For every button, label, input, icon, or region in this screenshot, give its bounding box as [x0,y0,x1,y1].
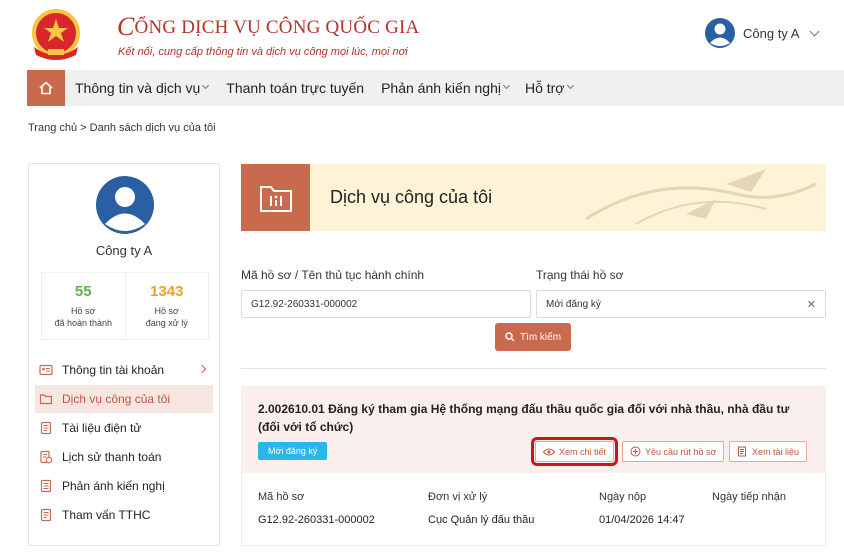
status-badge: Mới đăng ký [258,442,328,460]
withdraw-request-label: Yêu cầu rút hồ sơ [645,446,717,457]
record-code: G12.92-260331-000002 [258,514,375,526]
view-detail-label: Xem chi tiết [559,446,607,457]
portal-title-rest: ỔNG DỊCH VỤ CÔNG QUỐC GIA [134,17,420,38]
sidebar-item-payment-history[interactable]: Lịch sử thanh toán [35,443,213,471]
stat-value: 1343 [150,283,184,300]
record-status-label: Trạng thái hồ sơ [536,268,624,282]
nav-item-label: Hỗ trợ [524,80,565,96]
folder-info-icon [259,185,292,212]
chevron-down-icon [566,81,574,89]
chevron-down-icon [809,26,820,36]
record-status-select[interactable]: Mới đăng ký ✕ [536,290,826,318]
sidebar-item-label: Lịch sử thanh toán [62,450,162,464]
stat-value: 55 [74,283,92,300]
feedback-icon [40,479,52,493]
column-header-code: Mã hồ sơ [258,491,305,503]
sidebar-item-e-documents[interactable]: Tài liệu điện tử [35,414,213,442]
stat-label-line: đã hoàn thành [54,318,113,328]
page-banner: Dịch vụ công của tôi [241,164,826,231]
sidebar: Công ty A 55 Hồ sơ đã hoàn thành 1343 Hồ… [28,163,220,546]
column-header-receive-date: Ngày tiếp nhận [712,491,786,503]
portal-subtitle: Kết nối, cung cấp thông tin và dịch vụ c… [118,46,408,58]
nav-item-label: Thanh toán trực tuyến [226,80,365,96]
sidebar-item-label: Dịch vụ công của tôi [62,392,171,406]
sidebar-item-feedback[interactable]: Phản ánh kiến nghị [35,472,213,500]
column-header-unit: Đơn vị xử lý [428,491,488,503]
nav-item-label: Thông tin và dịch vụ [75,80,201,96]
sidebar-item-label: Tham vấn TTHC [62,508,151,522]
user-avatar-icon [705,18,735,48]
breadcrumb[interactable]: Trang chủ > Danh sách dịch vụ của tôi [28,122,216,134]
sidebar-item-label: Thông tin tài khoản [62,363,165,377]
search-button[interactable]: Tìm kiếm [495,323,571,351]
document-icon [40,421,52,435]
user-name: Công ty A [743,25,800,41]
procedure-title[interactable]: 2.002610.01 Đăng ký tham gia Hệ thống mạ… [258,400,808,436]
folder-icon [39,394,53,405]
home-button[interactable] [27,70,65,106]
user-menu[interactable]: Công ty A [705,18,820,48]
bird-pattern-decoration-icon [585,169,817,225]
stat-label: Hồ sơ đã hoàn thành [42,305,125,329]
sidebar-item-label: Tài liệu điện tử [62,421,142,435]
result-card: 2.002610.01 Đăng ký tham gia Hệ thống mạ… [241,386,826,546]
withdraw-request-button[interactable]: Yêu cầu rút hồ sơ [622,441,725,462]
chevron-down-icon [502,81,511,89]
clear-icon[interactable]: ✕ [807,298,816,311]
chevron-right-icon [197,364,207,374]
nav-item-online-payment[interactable]: Thanh toán trực tuyến [226,80,364,96]
sidebar-item-label: Phản ánh kiến nghị [62,479,165,493]
record-code-label: Mã hồ sơ / Tên thủ tục hành chính [241,268,425,282]
national-emblem-icon[interactable] [26,5,86,65]
nav-item-feedback[interactable]: Phản ánh kiến nghị [381,80,511,96]
nav-item-support[interactable]: Hỗ trợ [524,80,574,96]
banner-icon-box [241,164,310,231]
header: CỔNG DỊCH VỤ CÔNG QUỐC GIA Kết nối, cung… [0,0,844,70]
nav-item-info-services[interactable]: Thông tin và dịch vụ [75,80,210,96]
processing-unit: Cục Quản lý đấu thầu [428,514,535,526]
view-documents-label: Xem tài liệu [752,446,800,457]
result-card-header: 2.002610.01 Đăng ký tham gia Hệ thống mạ… [242,387,825,473]
home-icon [39,81,53,95]
column-header-submit-date: Ngày nộp [599,491,647,503]
sidebar-item-consult[interactable]: Tham vấn TTHC [35,501,213,529]
view-detail-button[interactable]: Xem chi tiết [530,437,619,466]
record-code-value: G12.92-260331-000002 [251,298,358,310]
stat-label-line: đang xử lý [145,318,188,328]
search-button-label: Tìm kiếm [519,331,562,343]
page-title: Dịch vụ công của tôi [330,187,493,207]
sidebar-menu: Thông tin tài khoản Dịch vụ công của tôi… [35,356,213,530]
chevron-down-icon [202,81,210,89]
profile-name: Công ty A [95,243,153,258]
stat-label-line: Hồ sơ [154,306,179,316]
record-code-input[interactable]: G12.92-260331-000002 [241,290,531,318]
stat-processing: 1343 Hồ sơ đang xử lý [124,273,209,339]
eye-icon [543,448,555,455]
profile-stats: 55 Hồ sơ đã hoàn thành 1343 Hồ sơ đang x… [41,272,209,340]
sidebar-item-account-info[interactable]: Thông tin tài khoản [35,356,213,384]
stat-completed: 55 Hồ sơ đã hoàn thành [42,273,125,339]
portal-title-initial: C [117,12,135,41]
record-status-value: Mới đăng ký [546,298,601,310]
sidebar-item-my-services[interactable]: Dịch vụ công của tôi [35,385,213,413]
documents-icon [738,446,746,457]
portal-title[interactable]: CỔNG DỊCH VỤ CÔNG QUỐC GIA [117,10,420,41]
stat-label: Hồ sơ đang xử lý [126,305,209,329]
payment-history-icon [40,450,53,464]
submit-date: 01/04/2026 14:47 [599,514,685,526]
consult-icon [40,508,52,522]
view-documents-button[interactable]: Xem tài liệu [729,441,808,462]
withdraw-icon [630,446,641,457]
search-icon [505,332,515,342]
divider [241,368,826,369]
profile-avatar-icon [96,176,154,234]
account-card-icon [39,364,53,376]
main-nav: Thông tin và dịch vụ Thanh toán trực tuy… [27,70,844,106]
stat-label-line: Hồ sơ [71,306,96,316]
nav-item-label: Phản ánh kiến nghị [381,80,501,96]
